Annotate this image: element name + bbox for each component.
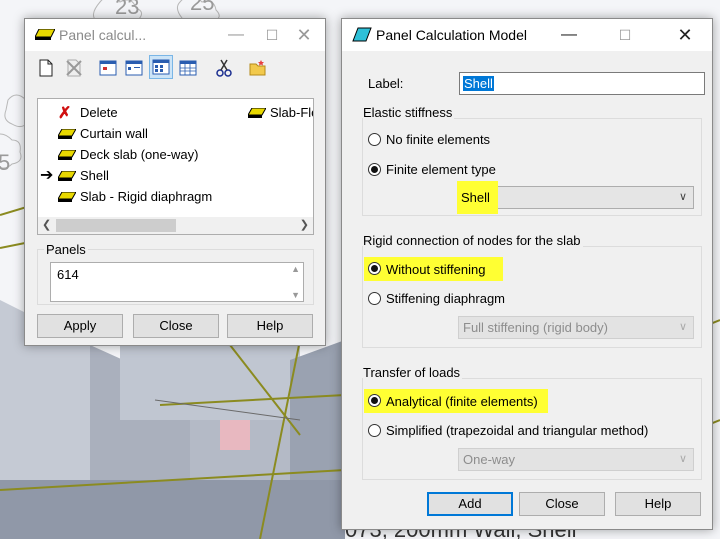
diaphragm-select[interactable]: Full stiffening (rigid body) ∨ <box>458 316 694 339</box>
dialog-title: Panel Calculation Model <box>376 27 527 43</box>
help-button[interactable]: Help <box>227 314 313 338</box>
grid-label-5: 5 <box>0 150 10 175</box>
panels-value: 614 <box>57 267 79 282</box>
simplified-radio[interactable] <box>368 424 381 437</box>
elastic-stiffness-title: Elastic stiffness <box>363 105 455 120</box>
panel-window-title: Panel calcul... <box>59 27 147 43</box>
panels-group: Panels 614 ▲ ▼ <box>37 242 314 305</box>
list-view-icon <box>152 59 170 75</box>
list-item-label: Shell <box>80 168 109 183</box>
view-toggle-active[interactable] <box>149 55 173 79</box>
delete-x-icon: ✗ <box>58 105 72 122</box>
scroll-right-arrow[interactable]: ❯ <box>300 218 309 231</box>
finite-element-type-radio[interactable] <box>368 163 381 176</box>
open-folder-icon[interactable] <box>249 59 267 77</box>
label-input-value: Shell <box>463 76 494 91</box>
slab-icon <box>58 129 76 139</box>
rigid-connection-title: Rigid connection of nodes for the slab <box>363 233 583 248</box>
panels-label: Panels <box>44 242 88 257</box>
panel-model-dialog: Panel Calculation Model — ☐ ✕ Label: She… <box>341 18 713 530</box>
panel-type-list[interactable]: ✗ Delete Curtain wall Deck slab (one-way… <box>37 98 314 235</box>
analytical-radio[interactable] <box>368 394 381 407</box>
view-icon-1[interactable] <box>99 59 117 77</box>
slab-icon <box>248 108 266 118</box>
transfer-loads-title: Transfer of loads <box>363 365 463 380</box>
transfer-loads-group: Transfer of loads Analytical (finite ele… <box>362 365 702 480</box>
arrow-right-icon: ➔ <box>40 167 54 184</box>
dialog-titlebar[interactable]: Panel Calculation Model — ☐ ✕ <box>342 19 712 51</box>
simplified-label[interactable]: Simplified (trapezoidal and triangular m… <box>386 423 648 438</box>
view-icon-2[interactable] <box>125 59 143 77</box>
grid-label-25: 25 <box>190 0 214 15</box>
new-icon[interactable] <box>37 59 55 77</box>
chevron-down-icon: ∨ <box>678 321 687 333</box>
slab-icon <box>58 171 76 181</box>
fe-type-value: Shell <box>457 181 498 214</box>
close-window-button[interactable]: ✕ <box>281 19 327 51</box>
simplified-select[interactable]: One-way ∨ <box>458 448 694 471</box>
chevron-down-icon: ∨ <box>678 453 687 465</box>
close-button[interactable]: Close <box>519 492 605 516</box>
panels-textbox[interactable]: 614 ▲ ▼ <box>50 262 304 302</box>
without-stiffening-label[interactable]: Without stiffening <box>386 262 485 277</box>
list-horizontal-scrollbar[interactable]: ❮ ❯ <box>38 217 313 234</box>
list-item-label: Deck slab (one-way) <box>80 147 199 162</box>
no-finite-elements-radio[interactable] <box>368 133 381 146</box>
diaphragm-value: Full stiffening (rigid body) <box>463 320 608 335</box>
apply-button[interactable]: Apply <box>37 314 123 338</box>
list-item-slab-flex[interactable]: Slab-Fle <box>248 103 313 123</box>
list-item-label: Slab - Rigid diaphragm <box>80 189 213 204</box>
add-button[interactable]: Add <box>427 492 513 516</box>
scroll-up-arrow[interactable]: ▲ <box>291 264 300 274</box>
slab-icon <box>35 29 55 40</box>
slab-icon <box>58 150 76 160</box>
label-input[interactable]: Shell <box>459 72 705 95</box>
scrollbar-thumb[interactable] <box>56 219 176 232</box>
no-finite-elements-label[interactable]: No finite elements <box>386 132 490 147</box>
panel-window-titlebar[interactable]: Panel calcul... — ☐ ✕ <box>25 19 325 51</box>
maximize-button[interactable]: ☐ <box>602 19 648 51</box>
close-window-button[interactable]: ✕ <box>662 19 708 51</box>
scroll-left-arrow[interactable]: ❮ <box>42 218 51 231</box>
fe-type-select[interactable]: Shell ∨ <box>457 181 694 214</box>
scroll-down-arrow[interactable]: ▼ <box>291 290 300 300</box>
simplified-value: One-way <box>463 452 516 467</box>
chevron-down-icon: ∨ <box>678 191 687 203</box>
help-button[interactable]: Help <box>615 492 701 516</box>
stiffening-diaphragm-label[interactable]: Stiffening diaphragm <box>386 291 505 306</box>
analytical-label[interactable]: Analytical (finite elements) <box>386 394 538 409</box>
delete-icon[interactable] <box>65 59 83 77</box>
rigid-connection-group: Rigid connection of nodes for the slab W… <box>362 233 702 348</box>
panel-calc-window: Panel calcul... — ☐ ✕ ✗ Delete Curtain w… <box>24 18 326 346</box>
model-icon <box>352 27 372 42</box>
finite-element-type-label[interactable]: Finite element type <box>386 162 496 177</box>
list-item-label: Delete <box>80 105 118 120</box>
list-item-label: Slab-Fle <box>270 105 313 120</box>
slab-icon <box>58 192 76 202</box>
without-stiffening-radio[interactable] <box>368 262 381 275</box>
table-view-icon[interactable] <box>179 59 197 77</box>
minimize-button[interactable]: — <box>546 19 592 51</box>
elastic-stiffness-group: Elastic stiffness No finite elements Fin… <box>362 105 702 216</box>
scissors-icon[interactable] <box>215 59 233 77</box>
label-caption: Label: <box>368 76 404 91</box>
grid-label-23: 23 <box>115 0 139 19</box>
stiffening-diaphragm-radio[interactable] <box>368 292 381 305</box>
close-button[interactable]: Close <box>133 314 219 338</box>
list-item-label: Curtain wall <box>80 126 148 141</box>
